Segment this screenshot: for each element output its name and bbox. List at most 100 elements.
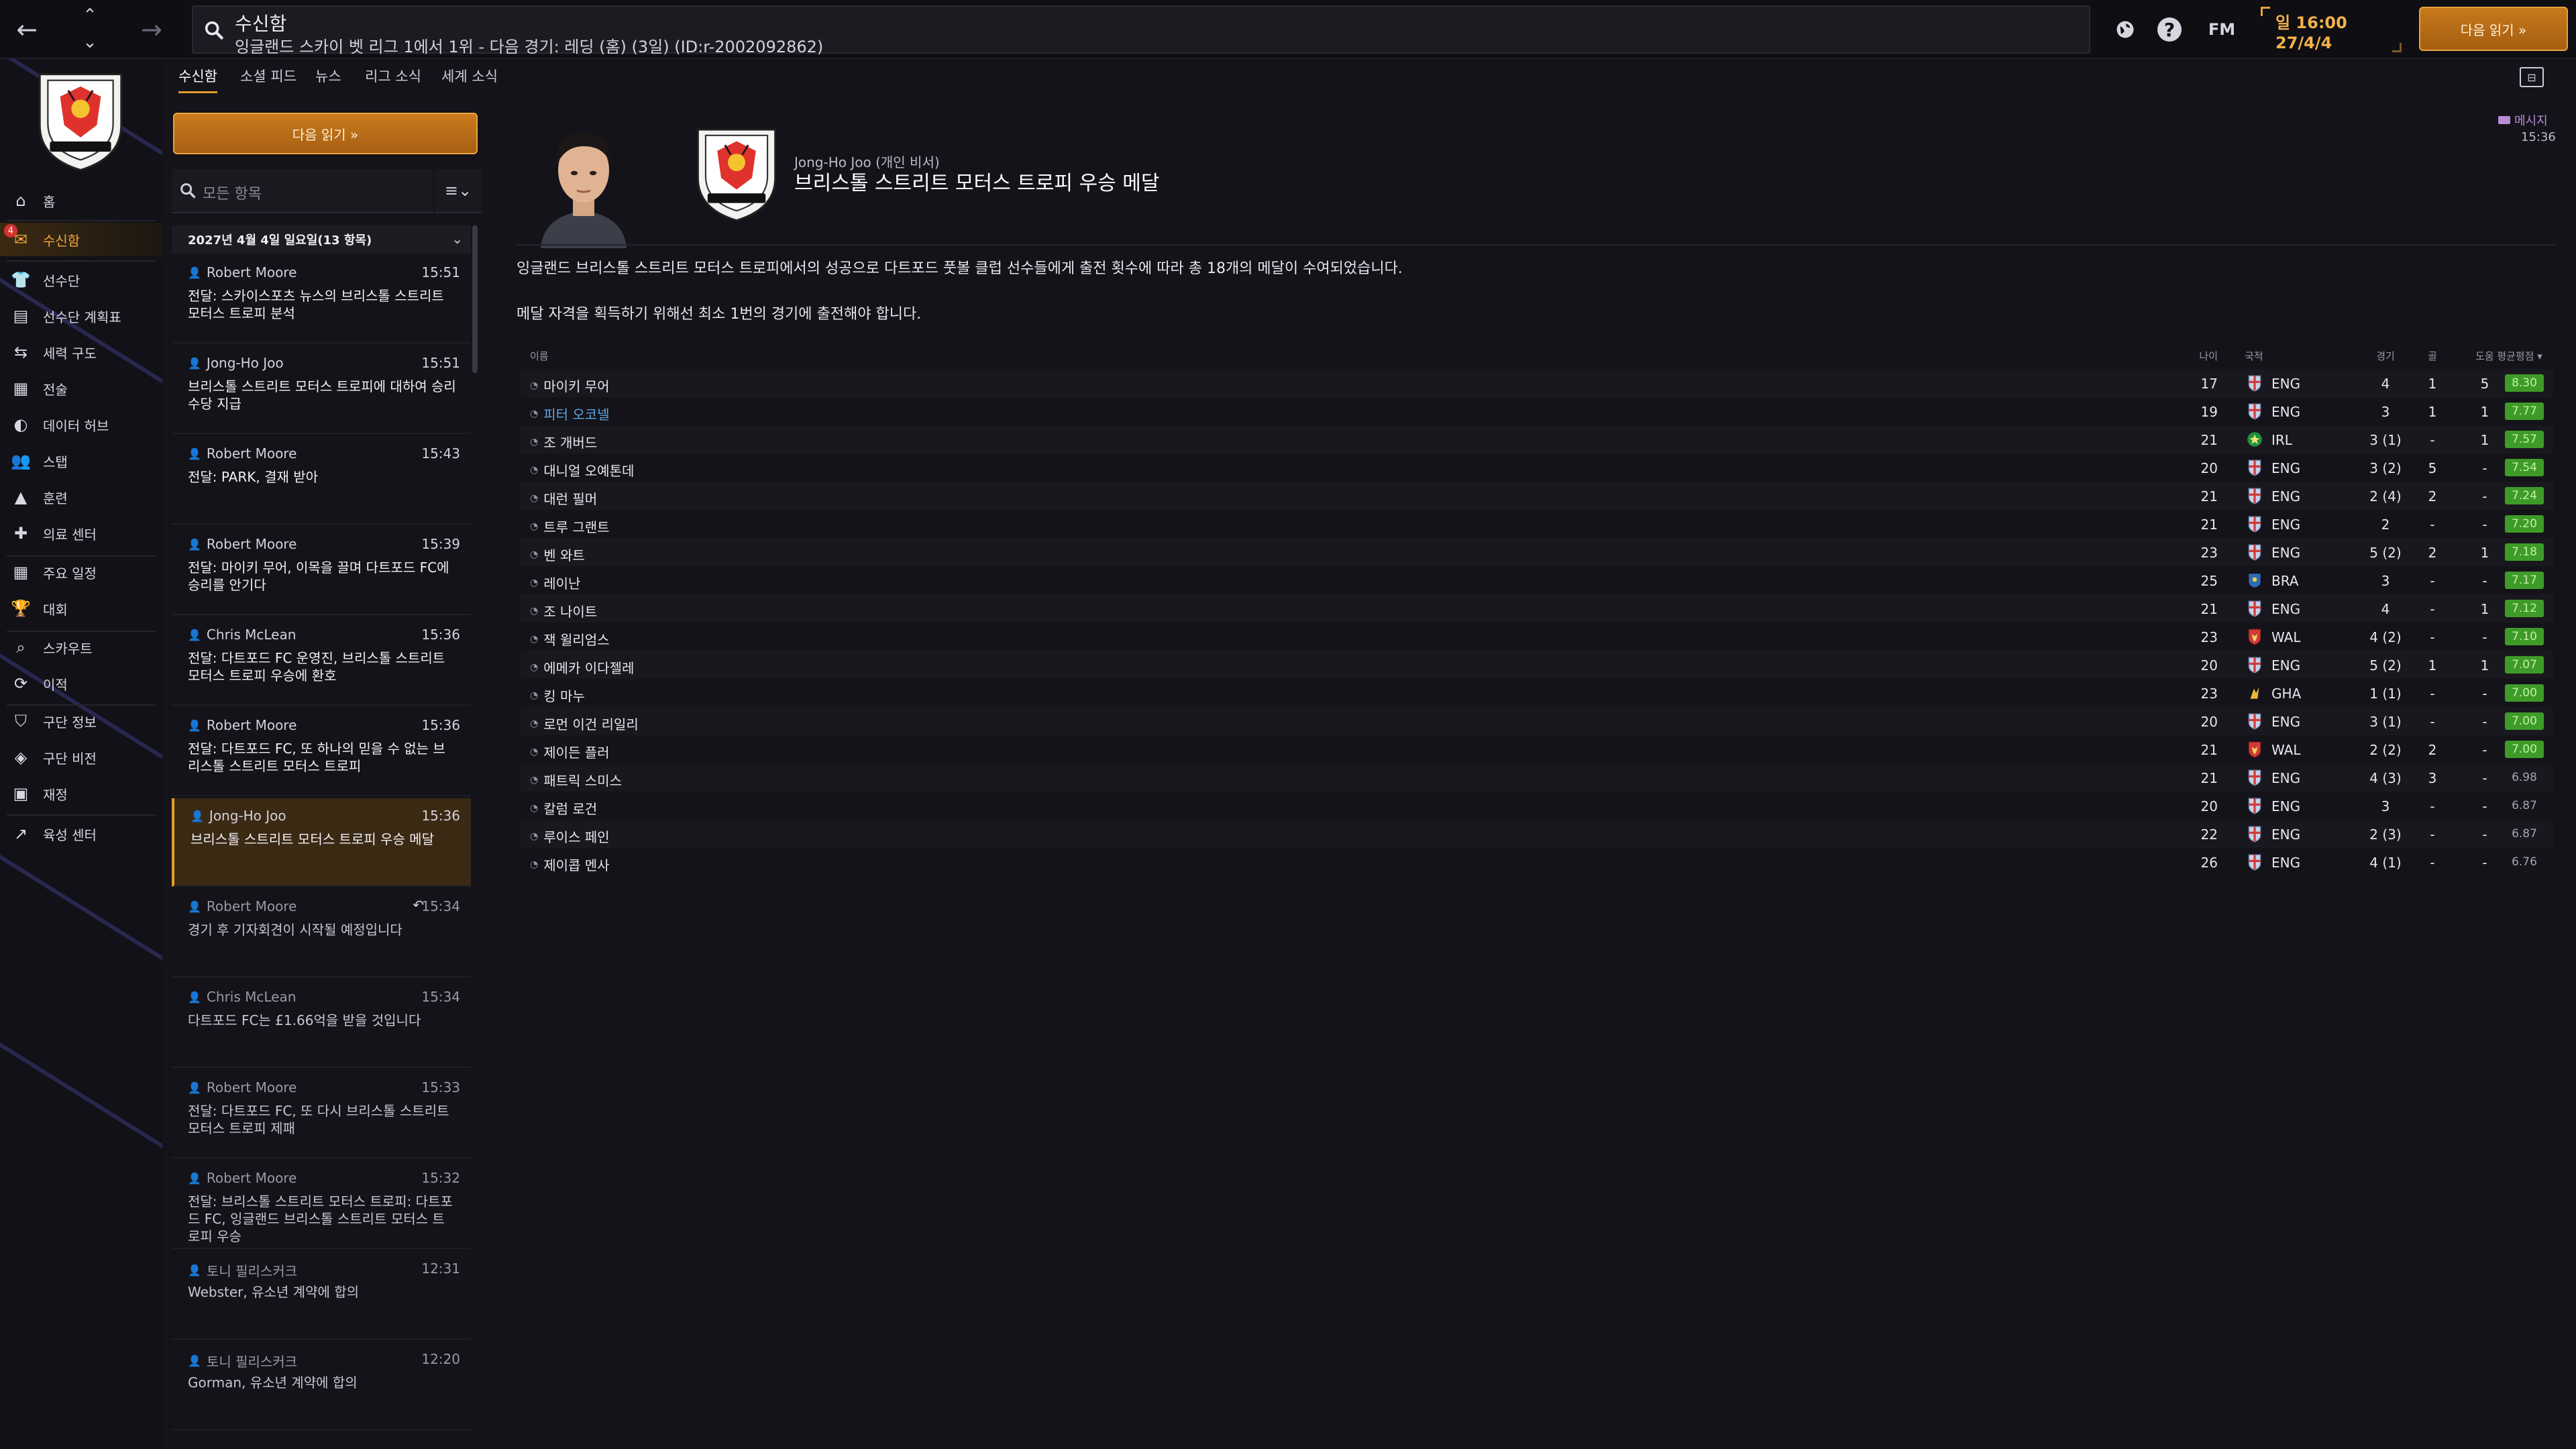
player-name-cell[interactable]: ◔ 레이난 [530, 573, 580, 592]
england-flag-icon[interactable] [2246, 769, 2263, 786]
message-item[interactable]: 👤 토니 필리스커크 12:20 Gorman, 유소년 계약에 합의 [172, 1342, 471, 1430]
column-header-name[interactable]: 이름 [530, 349, 549, 363]
england-flag-icon[interactable] [2246, 515, 2263, 533]
wales-flag-icon[interactable] [2246, 628, 2263, 645]
table-row[interactable]: ◔ 대런 필머 21 ENG 2 (4) 2 - 7.24 [521, 482, 2553, 510]
england-flag-icon[interactable] [2246, 797, 2263, 814]
england-flag-icon[interactable] [2246, 656, 2263, 674]
player-name-cell[interactable]: ◔ 제이콥 멘사 [530, 855, 610, 874]
layout-toggle-icon[interactable]: ⊟ [2520, 67, 2544, 87]
player-name-cell[interactable]: ◔ 로먼 이건 리일리 [530, 714, 639, 733]
table-row[interactable]: ◔ 대니얼 오예톤데 20 ENG 3 (2) 5 - 7.54 [521, 453, 2553, 482]
player-name-cell[interactable]: ◔ 루이스 페인 [530, 826, 610, 846]
player-name-cell[interactable]: ◔ 조 나이트 [530, 601, 597, 621]
message-item[interactable]: 👤 Robert Moore 15:32 전달: 브리스톨 스트리트 모터스 트로… [172, 1161, 471, 1249]
message-item-selected[interactable]: 👤 Jong-Ho Joo 15:36 브리스톨 스트리트 모터스 트로피 우승 … [172, 798, 471, 887]
player-name[interactable]: 대런 필머 [543, 488, 597, 508]
sidebar-item-scouting[interactable]: ⌕ 스카우트 [0, 631, 162, 664]
tab-league-news[interactable]: 리그 소식 [365, 66, 421, 91]
sidebar-item-medical[interactable]: ✚ 의료 센터 [0, 517, 162, 550]
player-name-cell[interactable]: ◔ 제이든 플러 [530, 742, 610, 761]
tab-social-feed[interactable]: 소셜 피드 [240, 66, 297, 91]
england-flag-icon[interactable] [2246, 374, 2263, 392]
message-list-scrollbar[interactable] [472, 225, 478, 373]
column-header-nationality[interactable]: 국적 [2245, 349, 2263, 363]
player-name[interactable]: 피터 오코넬 [543, 404, 609, 423]
club-crest-logo[interactable] [688, 121, 785, 225]
sender-portrait-avatar[interactable] [530, 114, 637, 248]
filter-menu-button[interactable]: ≡⌄ [435, 169, 482, 213]
table-row[interactable]: ◔ 제이콥 멘사 26 ENG 4 (1) - - 6.76 [521, 848, 2553, 876]
message-item[interactable]: 👤 토니 필리스커크 12:31 Webster, 유소년 계약에 합의 [172, 1251, 471, 1340]
table-row[interactable]: ◔ 레이난 25 BRA 3 - - 7.17 [521, 566, 2553, 594]
continue-button[interactable]: 다음 읽기 » [2419, 7, 2568, 51]
player-name[interactable]: 제이콥 멘사 [543, 855, 609, 874]
table-row[interactable]: ◔ 조 나이트 21 ENG 4 - 1 7.12 [521, 594, 2553, 623]
england-flag-icon[interactable] [2246, 853, 2263, 871]
message-item[interactable]: 👤 Robert Moore 15:43 전달: PARK, 결재 받아 [172, 436, 471, 525]
player-name[interactable]: 잭 윌리엄스 [543, 629, 609, 649]
continue-reading-button[interactable]: 다음 읽기 » [173, 113, 478, 154]
tab-inbox[interactable]: 수신함 [178, 66, 217, 93]
player-name[interactable]: 마이키 무어 [543, 376, 609, 395]
player-name-cell[interactable]: ◔ 칼럼 로건 [530, 798, 597, 818]
ireland-flag-icon[interactable] [2246, 431, 2263, 448]
table-row[interactable]: ◔ 킹 마누 23 GHA 1 (1) - - 7.00 [521, 679, 2553, 707]
sidebar-item-training[interactable]: ▲ 훈련 [0, 480, 162, 514]
player-name-cell[interactable]: ◔ 피터 오코넬 [530, 404, 610, 423]
player-name-cell[interactable]: ◔ 대런 필머 [530, 488, 597, 508]
sidebar-item-data-hub[interactable]: ◐ 데이터 허브 [0, 408, 162, 441]
table-row[interactable]: ◔ 에메카 이다젤레 20 ENG 5 (2) 1 1 7.07 [521, 651, 2553, 679]
brazil-flag-icon[interactable] [2246, 572, 2263, 589]
player-name-cell[interactable]: ◔ 잭 윌리엄스 [530, 629, 610, 649]
sidebar-item-squad-planner[interactable]: ▤ 선수단 계획표 [0, 299, 162, 333]
message-item[interactable]: 👤 Chris McLean 15:34 다트포드 FC는 £1.66억을 받을 … [172, 979, 471, 1068]
message-item[interactable]: 👤 Robert Moore 15:33 전달: 다트포드 FC, 또 다시 브리… [172, 1070, 471, 1159]
table-row[interactable]: ◔ 잭 윌리엄스 23 WAL 4 (2) - - 7.10 [521, 623, 2553, 651]
england-flag-icon[interactable] [2246, 459, 2263, 476]
player-name[interactable]: 루이스 페인 [543, 826, 609, 846]
chevron-down-icon[interactable]: ⌄ [451, 231, 463, 247]
message-item[interactable]: 👤 Chris McLean 15:36 전달: 다트포드 FC 운영진, 브리스… [172, 617, 471, 706]
england-flag-icon[interactable] [2246, 600, 2263, 617]
player-name-cell[interactable]: ◔ 조 개버드 [530, 432, 597, 451]
player-name[interactable]: 칼럼 로건 [543, 798, 597, 818]
player-name[interactable]: 패트릭 스미스 [543, 770, 622, 790]
table-row[interactable]: ◔ 마이키 무어 17 ENG 4 1 5 8.30 [521, 369, 2553, 397]
sidebar-item-development[interactable]: ↗ 육성 센터 [0, 817, 162, 851]
player-name[interactable]: 조 개버드 [543, 432, 597, 451]
column-header-apps[interactable]: 경기 [2345, 349, 2426, 363]
club-crest-logo[interactable] [30, 66, 131, 174]
table-row[interactable]: ◔ 피터 오코넬 19 ENG 3 1 1 7.77 [521, 397, 2553, 425]
player-name[interactable]: 트루 그랜트 [543, 517, 609, 536]
sidebar-item-finances[interactable]: ▣ 재정 [0, 777, 162, 810]
player-name-cell[interactable]: ◔ 마이키 무어 [530, 376, 610, 395]
sidebar-item-club-vision[interactable]: ◈ 구단 비전 [0, 741, 162, 774]
global-search-box[interactable]: 수신함 잉글랜드 스카이 벳 리그 1에서 1위 - 다음 경기: 레딩 (홈)… [192, 5, 2090, 56]
sidebar-item-schedule[interactable]: ▦ 주요 일정 [0, 555, 162, 589]
england-flag-icon[interactable] [2246, 487, 2263, 504]
message-date-group-header[interactable]: 2027년 4월 4일 일요일(13 항목) ⌄ [172, 225, 471, 254]
table-row[interactable]: ◔ 조 개버드 21 IRL 3 (1) - 1 7.57 [521, 425, 2553, 453]
table-row[interactable]: ◔ 패트릭 스미스 21 ENG 4 (3) 3 - 6.98 [521, 763, 2553, 792]
tab-news[interactable]: 뉴스 [315, 66, 341, 91]
table-row[interactable]: ◔ 트루 그랜트 21 ENG 2 - - 7.20 [521, 510, 2553, 538]
column-header-age[interactable]: 나이 [2191, 349, 2218, 363]
player-name[interactable]: 로먼 이건 리일리 [543, 714, 639, 733]
table-row[interactable]: ◔ 칼럼 로건 20 ENG 3 - - 6.87 [521, 792, 2553, 820]
world-icon[interactable] [2110, 15, 2140, 44]
player-name-cell[interactable]: ◔ 패트릭 스미스 [530, 770, 622, 790]
england-flag-icon[interactable] [2246, 543, 2263, 561]
sidebar-item-squad[interactable]: 👕 선수단 [0, 263, 162, 297]
player-name[interactable]: 벤 와트 [543, 545, 585, 564]
player-name[interactable]: 킹 마누 [543, 686, 585, 705]
player-name[interactable]: 조 나이트 [543, 601, 597, 621]
player-name[interactable]: 제이든 플러 [543, 742, 609, 761]
column-header-goals[interactable]: 골 [2419, 349, 2446, 363]
sidebar-item-staff[interactable]: 👥 스탭 [0, 444, 162, 478]
england-flag-icon[interactable] [2246, 402, 2263, 420]
player-name-cell[interactable]: ◔ 트루 그랜트 [530, 517, 610, 536]
table-row[interactable]: ◔ 제이든 플러 21 WAL 2 (2) 2 - 7.00 [521, 735, 2553, 763]
player-name-cell[interactable]: ◔ 벤 와트 [530, 545, 585, 564]
england-flag-icon[interactable] [2246, 825, 2263, 843]
